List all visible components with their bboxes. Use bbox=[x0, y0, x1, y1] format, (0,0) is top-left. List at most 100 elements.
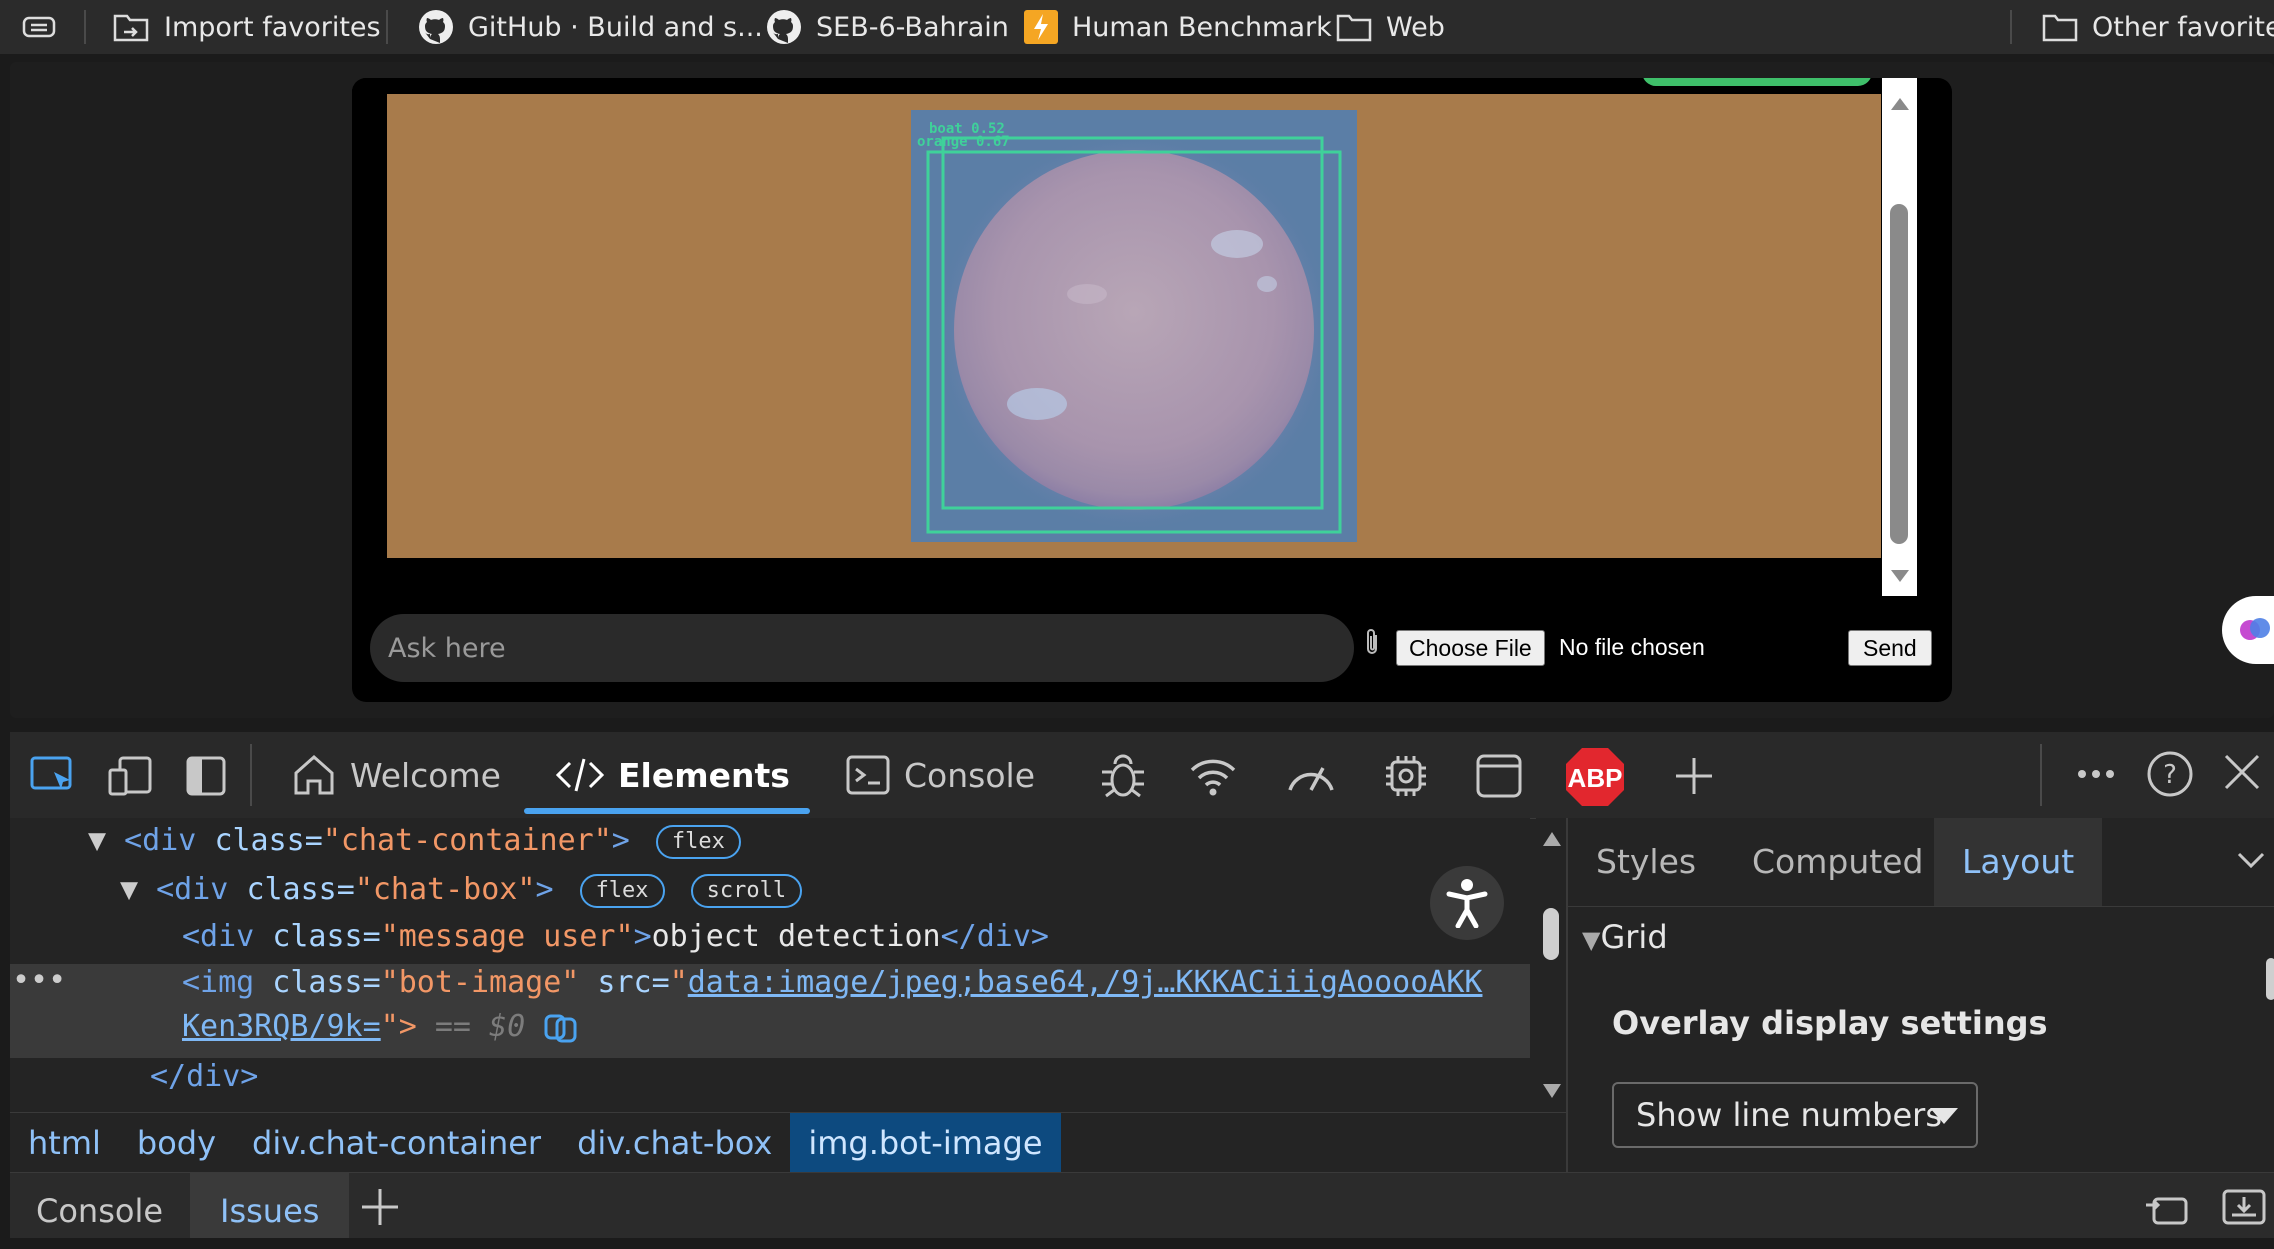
tab-computed[interactable]: Computed bbox=[1752, 818, 1923, 906]
chat-scrollbar[interactable] bbox=[1882, 78, 1917, 596]
scroll-down-arrow-icon[interactable] bbox=[1543, 1084, 1561, 1098]
breadcrumb-chat-box[interactable]: div.chat-box bbox=[559, 1113, 790, 1173]
drawer-tab-console[interactable]: Console bbox=[36, 1173, 163, 1238]
tab-styles[interactable]: Styles bbox=[1596, 818, 1696, 906]
ask-input[interactable]: Ask here bbox=[370, 614, 1354, 682]
scroll-up-arrow-icon[interactable] bbox=[1543, 832, 1561, 846]
svg-text:?: ? bbox=[2163, 760, 2177, 790]
tab-label: Console bbox=[904, 755, 1036, 795]
devtools-panel: Welcome Elements Console ABP ? ▼ <div cl… bbox=[10, 732, 2274, 1238]
import-icon bbox=[113, 14, 149, 42]
more-options-icon[interactable] bbox=[2076, 768, 2116, 780]
chat-box: boat 0.52 orange 0.67 bbox=[352, 78, 1917, 596]
tab-elements[interactable]: Elements bbox=[556, 732, 790, 818]
choose-file-button[interactable]: Choose File bbox=[1396, 630, 1545, 666]
dock-drawer-icon[interactable] bbox=[2144, 1191, 2190, 1227]
performance-icon[interactable] bbox=[1284, 754, 1338, 798]
scroll-badge[interactable]: scroll bbox=[690, 873, 803, 908]
accessibility-button[interactable] bbox=[1430, 866, 1504, 940]
device-emulation-icon[interactable] bbox=[108, 756, 154, 796]
dom-node-chat-container[interactable]: ▼ <div class="chat-container"> flex bbox=[88, 818, 741, 864]
user-message-bubble bbox=[1642, 78, 1872, 86]
styles-pane-scrollbar[interactable] bbox=[2264, 906, 2274, 1172]
favorite-label: GitHub · Build and s... bbox=[468, 11, 763, 43]
detection-label: orange 0.67 bbox=[917, 134, 1010, 150]
tab-label: Elements bbox=[618, 755, 790, 795]
dock-side-icon[interactable] bbox=[186, 756, 226, 796]
dom-node-message-user[interactable]: <div class="message user">object detecti… bbox=[182, 914, 1049, 960]
overlay-select[interactable]: Show line numbers bbox=[1612, 1082, 1978, 1148]
node-actions-ellipsis-icon[interactable]: ••• bbox=[12, 958, 66, 1004]
tab-welcome[interactable]: Welcome bbox=[292, 732, 501, 818]
styles-pane: Styles Computed Layout ▼Grid Overlay dis… bbox=[1566, 818, 2274, 1172]
console-icon bbox=[846, 755, 890, 795]
favorite-label: Human Benchmark bbox=[1072, 11, 1332, 43]
other-favorites-label: Other favorites bbox=[2092, 11, 2274, 43]
favorite-github-build[interactable]: GitHub · Build and s... bbox=[418, 0, 763, 54]
inspect-element-icon[interactable] bbox=[30, 756, 76, 796]
code-icon bbox=[556, 758, 604, 792]
lightning-icon bbox=[1024, 10, 1058, 44]
dom-node-bot-image[interactable]: <img class="bot-image" src="data:image/j… bbox=[182, 960, 1482, 1006]
elements-scrollbar[interactable] bbox=[1536, 818, 1566, 1112]
bot-image: boat 0.52 orange 0.67 bbox=[387, 94, 1881, 558]
favorites-collection-icon bbox=[22, 16, 56, 38]
flex-badge[interactable]: flex bbox=[579, 873, 665, 908]
close-devtools-icon[interactable] bbox=[2222, 752, 2262, 792]
favorites-bar: Import favorites GitHub · Build and s...… bbox=[0, 0, 2274, 54]
tab-layout[interactable]: Layout bbox=[1934, 818, 2103, 906]
favorites-menu-button[interactable] bbox=[22, 0, 56, 54]
github-icon bbox=[767, 10, 801, 44]
favorite-folder-web[interactable]: Web bbox=[1336, 0, 1445, 54]
memory-icon[interactable] bbox=[1382, 752, 1430, 800]
favorite-human-benchmark[interactable]: Human Benchmark bbox=[1024, 0, 1332, 54]
add-drawer-tab-icon[interactable] bbox=[360, 1187, 400, 1227]
network-icon[interactable] bbox=[1188, 754, 1238, 798]
breadcrumb-chat-container[interactable]: div.chat-container bbox=[234, 1113, 559, 1173]
overlay-settings-heading: Overlay display settings bbox=[1612, 1004, 2048, 1042]
help-icon[interactable]: ? bbox=[2146, 750, 2194, 798]
other-favorites[interactable]: Other favorites bbox=[2042, 0, 2274, 54]
file-status: No file chosen bbox=[1559, 634, 1705, 660]
home-icon bbox=[294, 754, 334, 795]
drawer-tabs: Console Issues bbox=[10, 1172, 2274, 1238]
detection-result-image: boat 0.52 orange 0.67 bbox=[911, 110, 1357, 542]
dom-node-chat-box[interactable]: ▼ <div class="chat-box"> flex scroll bbox=[120, 867, 803, 913]
devtools-toolbar: Welcome Elements Console ABP ? bbox=[10, 732, 2274, 819]
accessibility-icon bbox=[1446, 879, 1488, 928]
copilot-explain-icon[interactable] bbox=[543, 1013, 579, 1043]
scrollbar-thumb[interactable] bbox=[1543, 908, 1559, 960]
active-tab-indicator bbox=[524, 808, 810, 814]
dom-node-bot-image-continued[interactable]: Ken3RQB/9k="> == $0 bbox=[182, 1004, 579, 1050]
add-tool-icon[interactable] bbox=[1674, 756, 1714, 796]
application-icon[interactable] bbox=[1476, 754, 1522, 798]
flex-badge[interactable]: flex bbox=[655, 824, 741, 859]
scrollbar-thumb[interactable] bbox=[1890, 204, 1908, 544]
dropdown-arrow-icon bbox=[1930, 1108, 1958, 1124]
tab-console[interactable]: Console bbox=[846, 732, 1035, 818]
grid-section-header[interactable]: ▼Grid bbox=[1582, 918, 1668, 956]
bug-icon[interactable] bbox=[1098, 752, 1148, 800]
folder-icon bbox=[1336, 14, 1372, 42]
breadcrumb-body[interactable]: body bbox=[119, 1113, 234, 1173]
paperclip-icon bbox=[1364, 628, 1382, 665]
scroll-up-arrow-icon[interactable] bbox=[1891, 98, 1909, 110]
breadcrumb: html body div.chat-container div.chat-bo… bbox=[10, 1112, 1566, 1173]
favorite-import[interactable]: Import favorites bbox=[112, 0, 381, 54]
breadcrumb-bot-image[interactable]: img.bot-image bbox=[790, 1113, 1061, 1173]
favorite-seb-6-bahrain[interactable]: SEB-6-Bahrain bbox=[766, 0, 1009, 54]
breadcrumb-html[interactable]: html bbox=[10, 1113, 119, 1173]
scroll-down-arrow-icon[interactable] bbox=[1891, 570, 1909, 582]
adblock-plus-icon[interactable]: ABP bbox=[1564, 746, 1626, 808]
send-button[interactable]: Send bbox=[1848, 630, 1932, 666]
github-icon bbox=[419, 10, 453, 44]
minimize-drawer-icon[interactable] bbox=[2222, 1189, 2266, 1227]
copilot-icon bbox=[2240, 618, 2270, 640]
styles-pane-tabs: Styles Computed Layout bbox=[1568, 818, 2274, 907]
elements-dom-tree: ▼ <div class="chat-container"> flex ▼ <d… bbox=[10, 818, 1530, 1112]
favorite-label: Web bbox=[1386, 11, 1445, 43]
chevron-down-icon[interactable] bbox=[2236, 850, 2266, 870]
dom-node-close-div[interactable]: </div> bbox=[150, 1054, 258, 1100]
drawer-tab-issues[interactable]: Issues bbox=[190, 1173, 350, 1238]
tab-label: Welcome bbox=[350, 755, 501, 795]
